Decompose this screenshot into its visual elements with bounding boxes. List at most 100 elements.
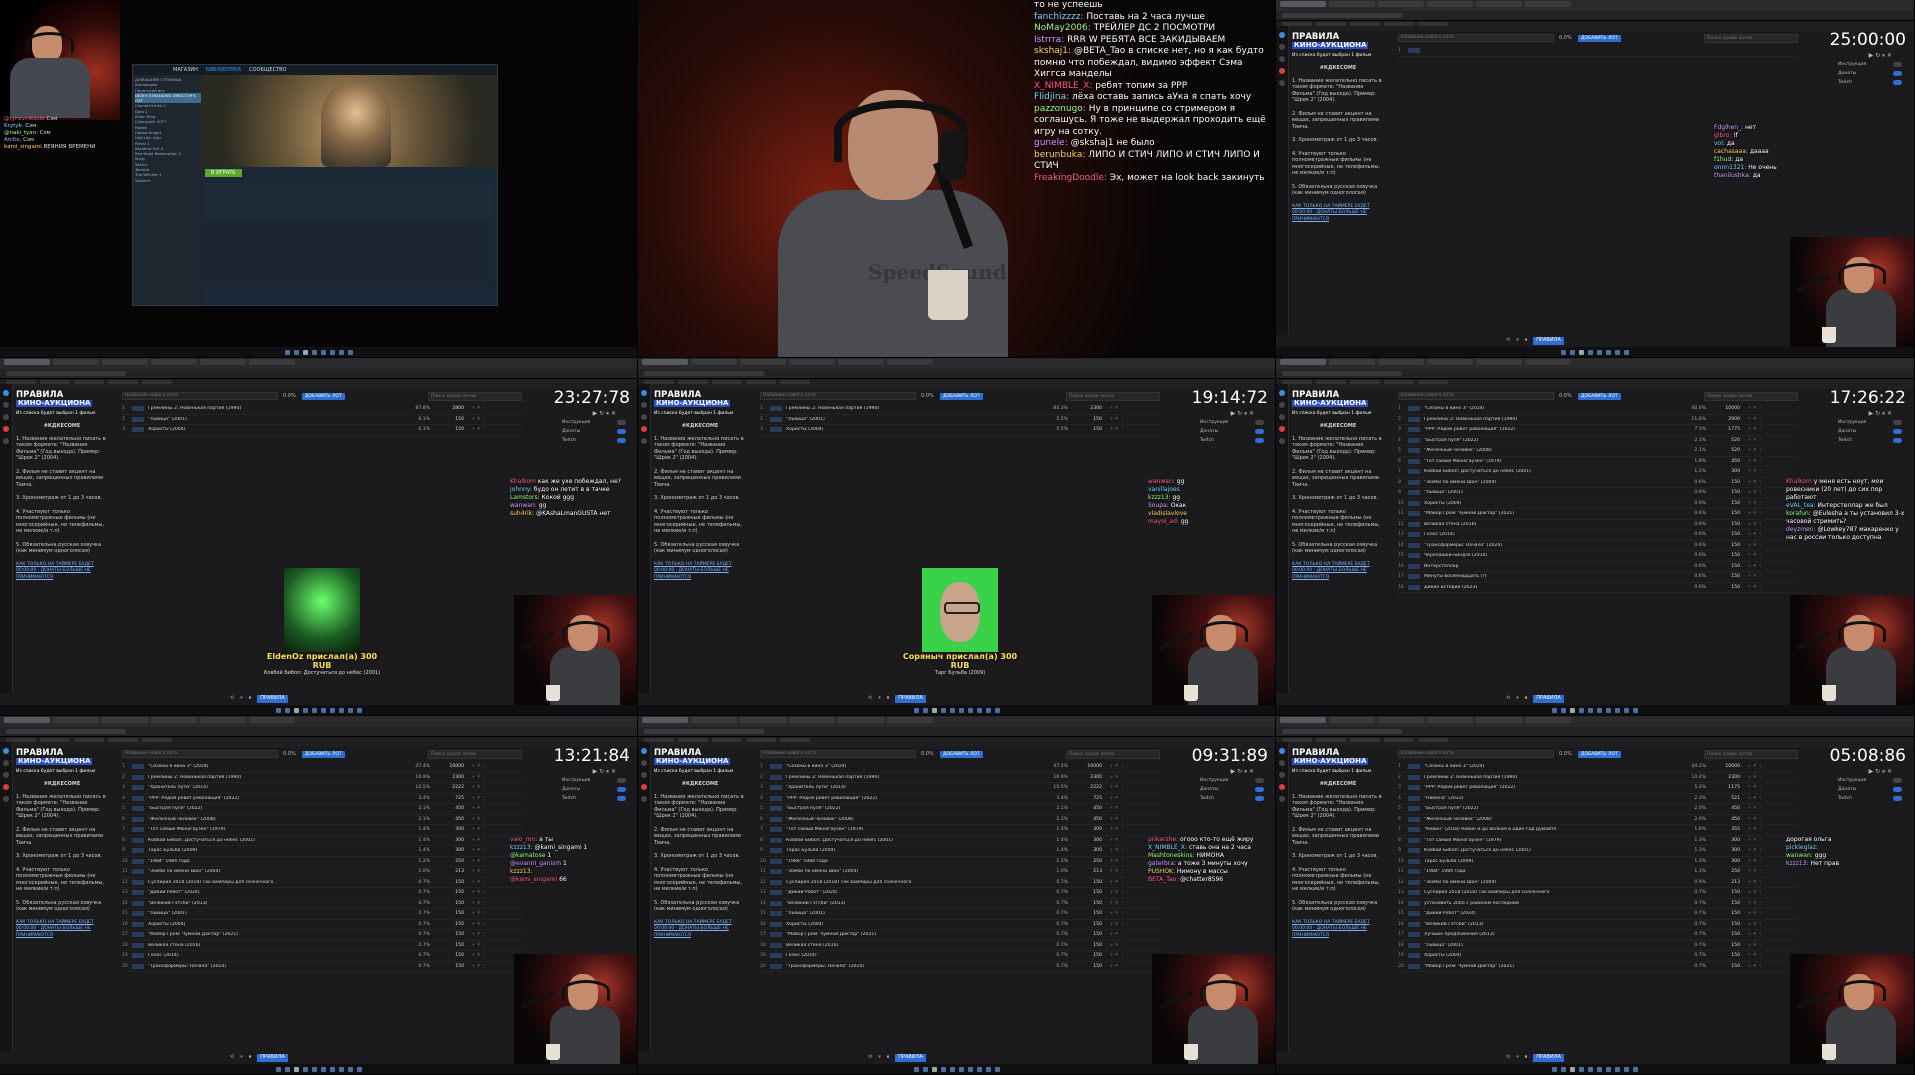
rules-link[interactable]: КАК ТОЛЬКО НА ТАЙМЕРЕ БУДЕТ 00:00:00 - Д…	[654, 920, 746, 940]
lot-controls[interactable]: + ✕ ⋮	[1740, 574, 1770, 579]
lot-title[interactable]: "Тот самый Мюнхгаузен" (1979)	[1424, 838, 1684, 843]
lot-controls[interactable]: + ✕ ⋮	[1102, 827, 1132, 832]
lot-title[interactable]: "Хранитель пути" (2014)	[786, 785, 1046, 790]
lot-amount[interactable]: 10000	[436, 764, 464, 769]
lot-amount[interactable]: 150	[1712, 932, 1740, 937]
lot-title[interactable]: Ковбой Бибоп: Достучаться до небес (2001…	[786, 838, 1046, 843]
lot-amount[interactable]: 150	[436, 427, 464, 432]
taskbar-icon[interactable]	[1606, 1066, 1611, 1072]
lot-amount[interactable]: 150	[1712, 911, 1740, 916]
lot-row[interactable]: 1 "Сезоны в кино 3" (2024) 40.0% 10000 + ✕ ⋮	[1398, 404, 1798, 415]
taskbar-icon[interactable]	[1579, 707, 1584, 713]
lot-controls[interactable]: + ✕ ⋮	[1102, 796, 1132, 801]
lot-row[interactable]: 12 Суспирия 2018 (2018) Так вампиры для с…	[760, 878, 1160, 888]
lot-controls[interactable]: + ✕ ⋮	[464, 922, 494, 927]
setting-row[interactable]: Инструкция	[562, 420, 626, 425]
control-icon[interactable]: ⏸	[878, 1054, 881, 1062]
lot-row[interactable]: 3 Хористы (2004) 5.5% 150 + ✕ ⋮	[760, 425, 1160, 436]
taskbar-icon[interactable]	[348, 1066, 353, 1072]
taskbar-icon[interactable]	[986, 707, 991, 713]
lot-amount[interactable]: 150	[436, 922, 464, 927]
lot-amount[interactable]: 150	[436, 932, 464, 937]
lot-row[interactable]: 9 Ковбой Бибоп: Достучаться до небес (200…	[1398, 846, 1798, 857]
lot-row[interactable]: 8 Ковбой Бибоп: Достучаться до небес (200…	[760, 836, 1160, 846]
lot-list[interactable]: 1 "Сезоны в кино 3" (2024) 47.4% 10000 + ✕ ⋮…	[122, 762, 522, 972]
taskbar-icon[interactable]	[1588, 707, 1593, 713]
lot-controls[interactable]: + ✕ ⋮	[1740, 553, 1770, 558]
lot-search-input[interactable]: Поиск среди лотов	[1704, 750, 1798, 759]
taskbar-icon[interactable]	[932, 707, 937, 713]
lot-row[interactable]: 14 "Трансформеры: Начало" (2024) 0.6% 150 + …	[1398, 541, 1798, 551]
rules-button[interactable]: ПРАВИЛА	[1533, 695, 1564, 703]
lot-title[interactable]: "РРР: Рядом ревёт революция" (2022)	[786, 796, 1046, 801]
browser-tabs[interactable]	[638, 358, 1275, 369]
taskbar-icon[interactable]	[986, 1066, 991, 1072]
left-toolbar[interactable]	[1276, 742, 1289, 1052]
lot-row[interactable]: 1	[1398, 46, 1798, 57]
lot-title[interactable]: "Львица" (2001)	[148, 911, 408, 916]
lot-controls[interactable]: + ✕ ⋮	[1102, 764, 1132, 769]
control-icon[interactable]: ⏸	[240, 1054, 243, 1062]
lot-controls[interactable]: + ✕ ⋮	[464, 848, 494, 853]
toggle-switch[interactable]	[1893, 778, 1902, 783]
taskbar-icon[interactable]	[321, 1066, 326, 1072]
lot-title[interactable]: Гремлины 2: Новенькая партия (1990)	[1424, 775, 1684, 780]
lot-controls[interactable]: + ✕ ⋮	[464, 869, 494, 874]
lot-title[interactable]: "Львица" (2001)	[1424, 943, 1684, 948]
taskbar-icon[interactable]	[1633, 707, 1638, 713]
taskbar-icon[interactable]	[1597, 1066, 1602, 1072]
taskbar-icon[interactable]	[1606, 707, 1611, 713]
add-lot-button[interactable]: ДОБАВИТЬ ЛОТ	[1578, 392, 1621, 400]
lot-row[interactable]: 9 "Львица" (2001) 0.6% 150 + ✕ ⋮	[1398, 488, 1798, 499]
browser-tabs[interactable]	[0, 716, 637, 727]
lot-amount[interactable]: 150	[1712, 922, 1740, 927]
taskbar-icon[interactable]	[303, 707, 308, 713]
setting-row[interactable]: Донаты	[1838, 787, 1902, 792]
lot-amount[interactable]: 150	[1074, 880, 1102, 885]
lot-controls[interactable]: + ✕ ⋮	[1102, 806, 1132, 811]
taskbar-icon[interactable]	[932, 1066, 937, 1072]
lot-amount[interactable]: 300	[436, 848, 464, 853]
lot-title[interactable]: Суспирия 2018 (2018) Так вампиры для сол…	[1424, 890, 1684, 895]
lot-row[interactable]: 6 "Железный человек" (2008) 2.1% 450 + ✕ ⋮	[122, 815, 522, 825]
lot-amount[interactable]: 150	[436, 943, 464, 948]
lot-amount[interactable]: 450	[436, 806, 464, 811]
lot-title[interactable]: "Сезоны в кино 3" (2024)	[786, 764, 1046, 769]
lot-row[interactable]: 16 Хористы (2004) 0.7% 150 + ✕ ⋮	[122, 920, 522, 930]
setting-row[interactable]: Инструкция	[1200, 420, 1264, 425]
lot-row[interactable]: 3 "Хранитель пути" (2014) 10.5% 2222 + ✕ ⋮	[122, 783, 522, 794]
taskbar-icon[interactable]	[968, 1066, 973, 1072]
lot-amount[interactable]: 725	[436, 796, 464, 801]
lot-controls[interactable]: + ✕ ⋮	[1740, 817, 1770, 822]
lot-amount[interactable]: 2900	[1712, 417, 1740, 422]
control-icon[interactable]: ⟲	[1506, 695, 1510, 703]
lot-row[interactable]: 6 "Железный человек" (2008) 2.0% 450 + ✕ ⋮	[1398, 815, 1798, 825]
address-bar[interactable]	[638, 369, 1275, 379]
lot-controls[interactable]: + ✕ ⋮	[1102, 869, 1132, 874]
lot-title[interactable]: "Хранитель пути" (2014)	[148, 785, 408, 790]
lot-controls[interactable]: + ✕ ⋮	[1740, 796, 1770, 801]
lot-row[interactable]: 10 "1984" 1984 года 1.2% 250 + ✕ ⋮	[122, 857, 522, 867]
lot-controls[interactable]: + ✕ ⋮	[1740, 911, 1770, 916]
lot-row[interactable]: 18 Дикие истории (2023) 0.6% 150 + ✕ ⋮	[1398, 583, 1798, 593]
add-lot-button[interactable]: ДОБАВИТЬ ЛОТ	[940, 392, 983, 400]
lot-title[interactable]: Голос (2014)	[1424, 532, 1684, 537]
lot-controls[interactable]: + ✕ ⋮	[1102, 417, 1132, 422]
bookmarks-bar[interactable]	[1276, 379, 1914, 389]
lot-amount[interactable]: 150	[1074, 932, 1102, 937]
lot-row[interactable]: 8 "Зомби по имени Шон" (2004) 0.6% 150 + ✕ ⋮	[1398, 478, 1798, 488]
lot-title[interactable]: Тарас Бульба (2009)	[148, 848, 408, 853]
lot-amount[interactable]: 300	[1712, 838, 1740, 843]
lot-title[interactable]: Хористы (2004)	[1424, 501, 1684, 506]
lot-row[interactable]: 1 "Сезоны в кино 3" (2024) 47.4% 10000 + ✕ ⋮	[122, 762, 522, 773]
rules-link[interactable]: КАК ТОЛЬКО НА ТАЙМЕРЕ БУДЕТ 00:00:00 - Д…	[1292, 204, 1384, 224]
lot-controls[interactable]: + ✕ ⋮	[1740, 490, 1770, 495]
taskbar-icon[interactable]	[977, 1066, 982, 1072]
lot-controls[interactable]: + ✕ ⋮	[464, 890, 494, 895]
taskbar-icon[interactable]	[959, 1066, 964, 1072]
taskbar-icon[interactable]	[1552, 1066, 1557, 1072]
lot-row[interactable]: 9 Тарас Бульба (2009) 1.4% 300 + ✕ ⋮	[760, 846, 1160, 857]
lot-title[interactable]: Гремлины 2: Новенькая партия (1990)	[786, 406, 1046, 411]
control-icon[interactable]: ⟲	[230, 1054, 234, 1062]
taskbar-icon[interactable]	[1615, 707, 1620, 713]
